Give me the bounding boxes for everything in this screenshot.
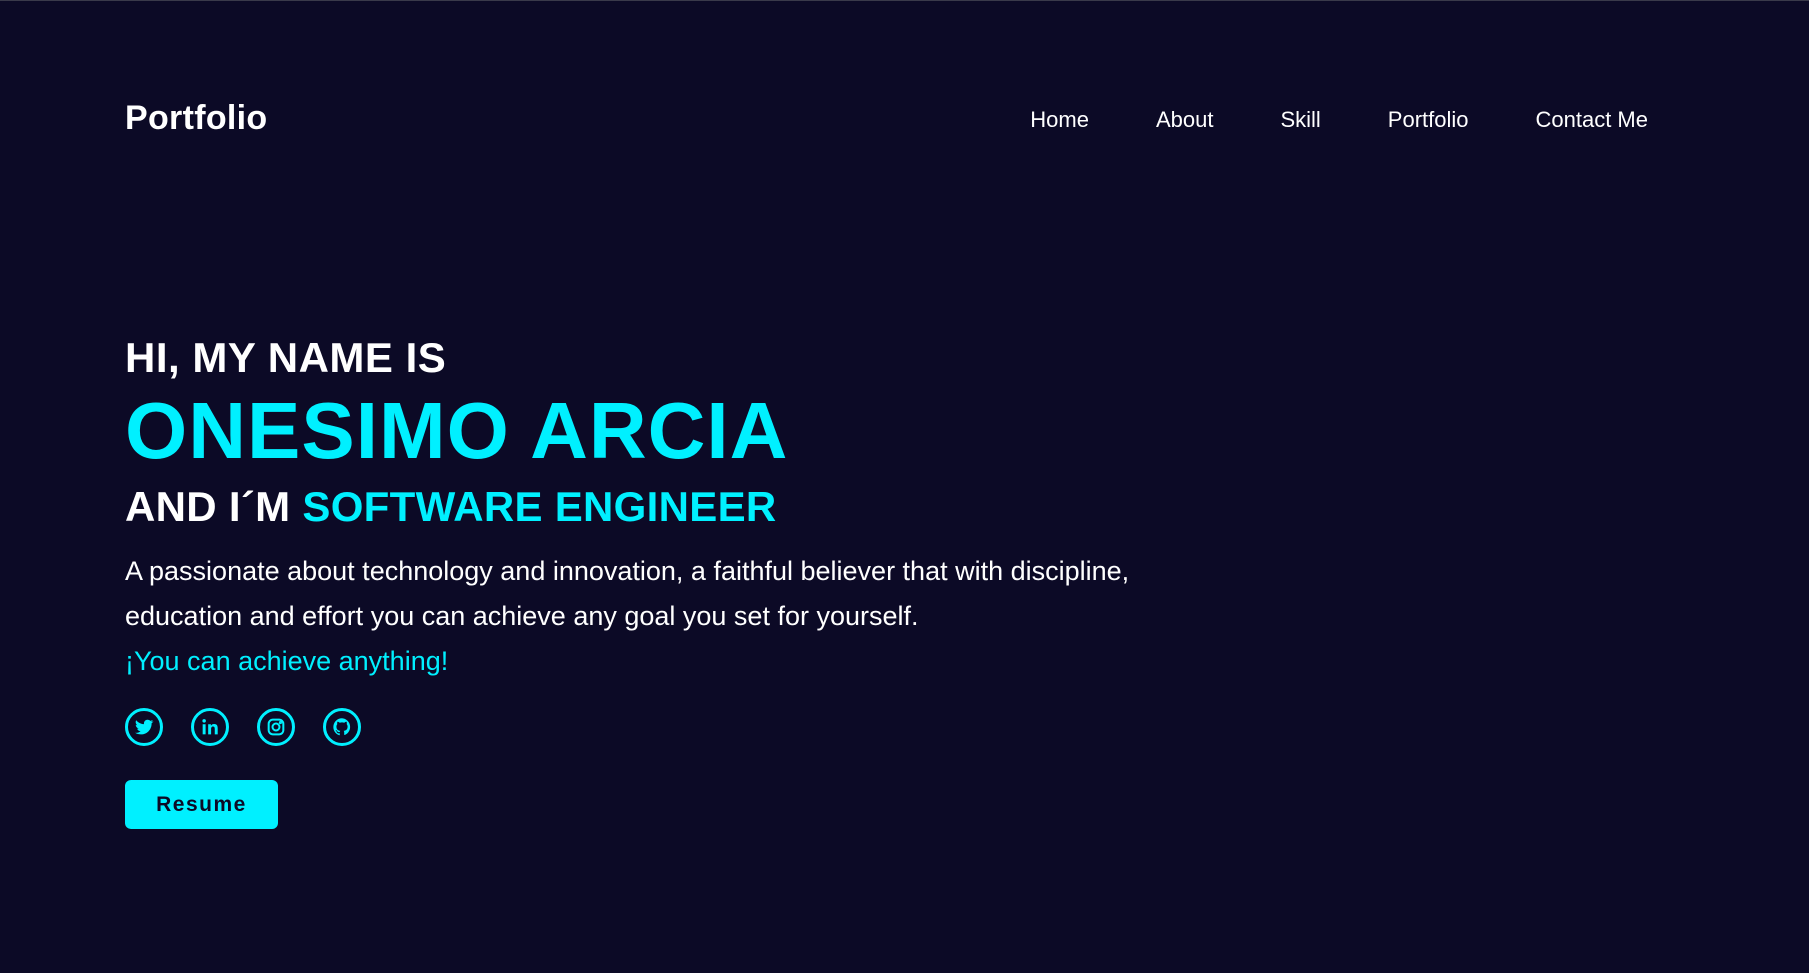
main-nav: Home About Skill Portfolio Contact Me	[963, 107, 1648, 133]
site-logo[interactable]: Portfolio	[125, 99, 267, 138]
github-icon[interactable]	[323, 708, 361, 746]
nav-portfolio[interactable]: Portfolio	[1388, 107, 1469, 133]
twitter-icon[interactable]	[125, 708, 163, 746]
page: Portfolio Home About Skill Portfolio Con…	[0, 0, 1809, 973]
instagram-icon[interactable]	[257, 708, 295, 746]
social-links	[125, 708, 1185, 746]
nav-skill[interactable]: Skill	[1280, 107, 1320, 133]
resume-button[interactable]: Resume	[125, 780, 278, 829]
hero-description: A passionate about technology and innova…	[125, 556, 1130, 631]
linkedin-icon[interactable]	[191, 708, 229, 746]
hero-name: ONESIMO ARCIA	[125, 386, 789, 475]
hero-role: AND I´M SOFTWARE ENGINEER	[125, 477, 1185, 537]
hero-tagline: ¡You can achieve anything!	[125, 646, 449, 676]
nav-contact[interactable]: Contact Me	[1536, 107, 1649, 133]
nav-home[interactable]: Home	[1030, 107, 1089, 133]
hero-greeting: HI, MY NAME IS	[125, 334, 447, 381]
role-accent: SOFTWARE ENGINEER	[302, 483, 777, 530]
role-prefix: AND I´M	[125, 483, 303, 530]
hero-section: HI, MY NAME IS ONESIMO ARCIA AND I´M SOF…	[125, 331, 1185, 829]
nav-about[interactable]: About	[1156, 107, 1214, 133]
